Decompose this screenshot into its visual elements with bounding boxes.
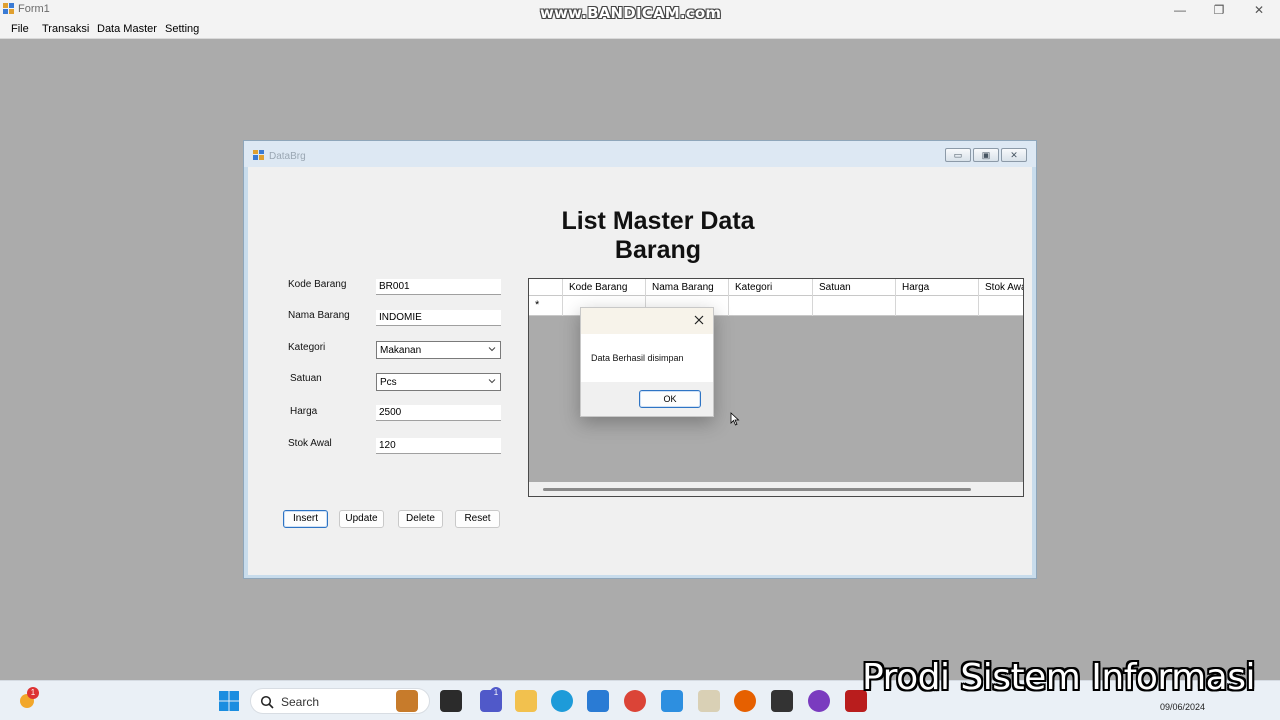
github-desktop-icon[interactable]: [808, 690, 830, 712]
satuan-label: Satuan: [290, 373, 322, 384]
minimize-icon: ▭: [953, 150, 963, 160]
kategori-value: Makanan: [380, 345, 422, 356]
message-dialog: Data Berhasil disimpan OK: [580, 307, 714, 417]
nama-barang-label: Nama Barang: [288, 310, 350, 321]
child-maximize-button[interactable]: ▣: [973, 148, 999, 162]
column-header[interactable]: Nama Barang: [646, 279, 729, 296]
update-button[interactable]: Update: [339, 510, 384, 528]
column-header[interactable]: Kategori: [729, 279, 813, 296]
restore-button[interactable]: ❐: [1199, 0, 1239, 20]
notification-badge: 1: [27, 687, 39, 699]
satuan-dropdown[interactable]: Pcs: [376, 373, 501, 391]
child-close-button[interactable]: ✕: [1001, 148, 1027, 162]
maximize-icon: ▣: [981, 150, 991, 160]
close-icon[interactable]: [693, 314, 705, 326]
satuan-value: Pcs: [380, 377, 397, 388]
kode-barang-label: Kode Barang: [288, 279, 347, 290]
window-title: Form1: [18, 3, 50, 15]
menu-transaksi[interactable]: Transaksi: [42, 23, 89, 35]
edge-icon[interactable]: [551, 690, 573, 712]
reset-button[interactable]: Reset: [455, 510, 500, 528]
databrg-title: DataBrg: [269, 151, 306, 162]
page-title: List Master Data Barang: [561, 207, 755, 264]
column-header[interactable]: Kode Barang: [563, 279, 646, 296]
folder-icon[interactable]: [698, 690, 720, 712]
column-header[interactable]: Harga: [896, 279, 979, 296]
dialog-message: Data Berhasil disimpan: [591, 353, 684, 363]
search-placeholder: Search: [281, 695, 320, 709]
new-row-marker: *: [535, 299, 540, 311]
task-view-icon[interactable]: [440, 690, 462, 712]
video-caption: Prodi Sistem Informasi: [862, 657, 1255, 698]
table-cell[interactable]: [813, 296, 896, 316]
stok-awal-input[interactable]: [376, 438, 501, 454]
column-header[interactable]: Satuan: [813, 279, 896, 296]
search-icon: [260, 695, 274, 709]
ok-button[interactable]: OK: [639, 390, 701, 408]
file-explorer-icon[interactable]: [515, 690, 537, 712]
kategori-label: Kategori: [288, 342, 326, 353]
close-icon: ✕: [1010, 150, 1018, 160]
form-icon: [253, 150, 264, 160]
bandicam-icon[interactable]: [771, 690, 793, 712]
row-header[interactable]: *: [529, 296, 563, 316]
firefox-icon[interactable]: [734, 690, 756, 712]
menu-file[interactable]: File: [11, 23, 29, 35]
kode-barang-input[interactable]: [376, 279, 501, 295]
horizontal-scrollbar[interactable]: [529, 482, 1023, 496]
dialog-footer: OK: [581, 382, 713, 416]
taskbar-date: 09/06/2024: [1160, 702, 1206, 712]
child-minimize-button[interactable]: ▭: [945, 148, 971, 162]
grid-header: Kode Barang Nama Barang Kategori Satuan …: [529, 279, 1023, 296]
scrollbar-thumb[interactable]: [543, 488, 971, 491]
column-header[interactable]: Stok Awal: [979, 279, 1023, 296]
windows-start-icon[interactable]: [218, 690, 240, 712]
harga-input[interactable]: [376, 405, 501, 421]
row-header-corner: [529, 279, 563, 296]
teams-badge: 1: [490, 687, 502, 699]
stok-awal-label: Stok Awal: [288, 438, 332, 449]
menu-setting[interactable]: Setting: [165, 23, 199, 35]
chrome-icon[interactable]: [624, 690, 646, 712]
vscode-icon[interactable]: [587, 690, 609, 712]
mouse-cursor-icon: [730, 412, 740, 426]
app-icon-blue[interactable]: [661, 690, 683, 712]
minimize-button[interactable]: —: [1160, 0, 1200, 20]
kategori-dropdown[interactable]: Makanan: [376, 341, 501, 359]
insert-button[interactable]: Insert: [283, 510, 328, 528]
menu-bar: File Transaksi Data Master Setting: [0, 20, 1280, 39]
harga-label: Harga: [290, 406, 318, 417]
close-button[interactable]: ✕: [1239, 0, 1279, 20]
chevron-down-icon: [488, 379, 496, 384]
table-cell[interactable]: [979, 296, 1023, 316]
menu-data-master[interactable]: Data Master: [97, 23, 157, 35]
work-bag-icon[interactable]: [396, 690, 418, 712]
dialog-titlebar: [581, 308, 713, 334]
table-cell[interactable]: [729, 296, 813, 316]
table-cell[interactable]: [896, 296, 979, 316]
nama-barang-input[interactable]: [376, 310, 501, 326]
databrg-titlebar[interactable]: DataBrg ▭ ▣ ✕: [244, 141, 1036, 167]
app-icon: [3, 3, 14, 14]
delete-button[interactable]: Delete: [398, 510, 443, 528]
chevron-down-icon: [488, 347, 496, 352]
